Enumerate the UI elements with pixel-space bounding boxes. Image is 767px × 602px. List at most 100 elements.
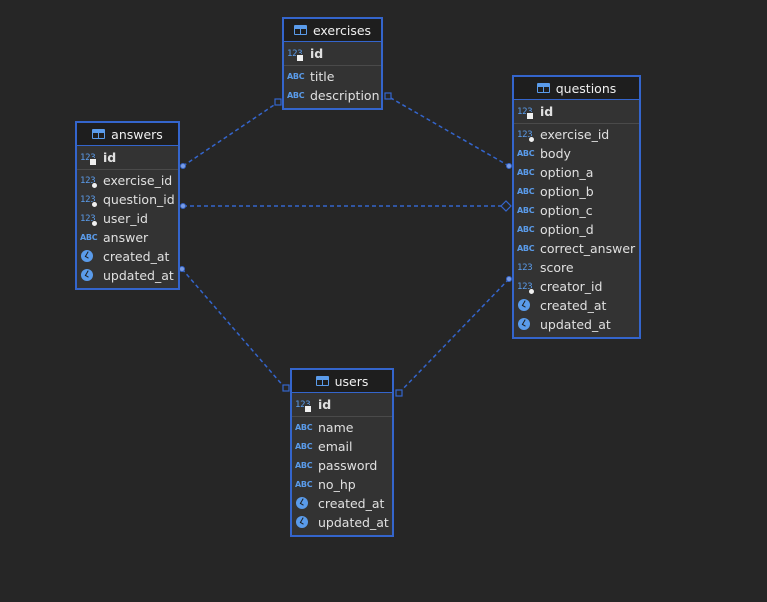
- column-list: ABC title ABC description: [284, 66, 381, 105]
- entity-header[interactable]: exercises: [284, 19, 381, 42]
- text-type-icon: ABC: [517, 244, 535, 253]
- text-type-icon: ABC: [287, 72, 305, 81]
- number-type-icon: 123: [80, 176, 100, 189]
- text-type-icon: ABC: [517, 225, 535, 234]
- column-list: 123 exercise_id ABC body ABC option_a ABC optio…: [514, 124, 639, 334]
- foreign-key-icon: [91, 200, 98, 208]
- table-icon: [92, 129, 106, 139]
- column-row[interactable]: updated_at: [77, 266, 178, 285]
- column-name: updated_at: [103, 268, 174, 283]
- column-row[interactable]: ABC no_hp: [292, 475, 392, 494]
- foreign-key-icon: [528, 135, 535, 143]
- column-name: created_at: [540, 298, 607, 313]
- column-row[interactable]: 123 question_id: [77, 190, 178, 209]
- entity-header[interactable]: users: [292, 370, 392, 393]
- column-name: option_a: [540, 165, 594, 180]
- link-end-square: [282, 384, 290, 392]
- column-name: option_b: [540, 184, 594, 199]
- link-answers-exercises: [182, 102, 278, 167]
- column-name: description: [310, 88, 380, 103]
- primary-key-icon: [296, 53, 304, 62]
- text-type-icon: ABC: [295, 461, 313, 470]
- link-questions-exercises: [388, 96, 510, 167]
- column-row[interactable]: ABC option_a: [514, 163, 639, 182]
- column-row[interactable]: ABC correct_answer: [514, 239, 639, 258]
- number-type-icon: 123: [517, 262, 533, 273]
- column-list: ABC name ABC email ABC password ABC no_hp create…: [292, 417, 392, 532]
- primary-key-column[interactable]: 123 id: [292, 393, 392, 417]
- column-row[interactable]: created_at: [77, 247, 178, 266]
- clock-icon: [518, 317, 530, 330]
- number-type-icon: 123: [80, 195, 100, 208]
- column-row[interactable]: 123 user_id: [77, 209, 178, 228]
- text-type-icon: ABC: [80, 233, 98, 242]
- primary-key-column[interactable]: 123 id: [284, 42, 381, 66]
- column-row[interactable]: ABC name: [292, 418, 392, 437]
- link-end-dot: [180, 163, 186, 169]
- entity-title: questions: [555, 80, 617, 96]
- column-row[interactable]: created_at: [292, 494, 392, 513]
- link-answers-users: [181, 268, 286, 389]
- column-row[interactable]: created_at: [514, 296, 639, 315]
- column-name: correct_answer: [540, 241, 636, 256]
- column-name: password: [318, 458, 378, 473]
- foreign-key-icon: [528, 287, 535, 295]
- column-name: exercise_id: [540, 127, 610, 142]
- number-type-icon: 123: [295, 400, 315, 413]
- column-name: user_id: [103, 211, 148, 226]
- column-row[interactable]: updated_at: [514, 315, 639, 334]
- column-row[interactable]: 123 exercise_id: [514, 125, 639, 144]
- column-row[interactable]: 123 creator_id: [514, 277, 639, 296]
- number-type-icon: 123: [517, 282, 537, 295]
- column-name: email: [318, 439, 353, 454]
- column-name: created_at: [103, 249, 170, 264]
- text-type-icon: ABC: [517, 206, 535, 215]
- column-row[interactable]: updated_at: [292, 513, 392, 532]
- column-name: updated_at: [318, 515, 389, 530]
- column-row[interactable]: 123 score: [514, 258, 639, 277]
- entity-exercises[interactable]: exercises 123 id ABC title ABC description: [282, 17, 383, 110]
- column-name: option_c: [540, 203, 593, 218]
- column-name: exercise_id: [103, 173, 173, 188]
- entity-header[interactable]: questions: [514, 77, 639, 100]
- er-diagram-canvas[interactable]: exercises 123 id ABC title ABC description ans…: [0, 0, 767, 602]
- column-row[interactable]: ABC option_b: [514, 182, 639, 201]
- link-end-dot: [179, 266, 185, 272]
- number-type-icon: 123: [517, 107, 537, 120]
- datetime-type-icon: [80, 268, 100, 283]
- entity-header[interactable]: answers: [77, 123, 178, 146]
- entity-answers[interactable]: answers 123 id 123 exercise_id 123 question_id…: [75, 121, 180, 290]
- number-type-icon: 123: [517, 130, 537, 143]
- column-row[interactable]: ABC email: [292, 437, 392, 456]
- column-name: question_id: [103, 192, 175, 207]
- primary-key-column[interactable]: 123 id: [77, 146, 178, 170]
- column-row[interactable]: 123 exercise_id: [77, 171, 178, 190]
- column-name: name: [318, 420, 354, 435]
- link-end-diamond: [500, 200, 512, 212]
- column-list: 123 exercise_id 123 question_id 123 user_id AB…: [77, 170, 178, 285]
- entity-questions[interactable]: questions 123 id 123 exercise_id ABC body ABC op…: [512, 75, 641, 339]
- column-row[interactable]: ABC answer: [77, 228, 178, 247]
- entity-users[interactable]: users 123 id ABC name ABC email ABC password ABC n…: [290, 368, 394, 537]
- text-type-icon: ABC: [517, 149, 535, 158]
- link-end-dot: [506, 163, 512, 169]
- clock-icon: [296, 496, 308, 509]
- column-row[interactable]: ABC password: [292, 456, 392, 475]
- text-type-icon: ABC: [517, 187, 535, 196]
- clock-icon: [81, 249, 93, 262]
- text-type-icon: ABC: [295, 442, 313, 451]
- column-row[interactable]: ABC option_d: [514, 220, 639, 239]
- text-type-icon: ABC: [295, 480, 313, 489]
- column-row[interactable]: ABC body: [514, 144, 639, 163]
- foreign-key-icon: [91, 219, 98, 227]
- link-end-dot: [180, 203, 186, 209]
- column-row[interactable]: ABC title: [284, 67, 381, 86]
- number-type-icon: 123: [80, 214, 100, 227]
- column-name: id: [540, 104, 554, 119]
- datetime-type-icon: [80, 249, 100, 264]
- column-row[interactable]: ABC option_c: [514, 201, 639, 220]
- column-row[interactable]: ABC description: [284, 86, 381, 105]
- table-icon: [315, 376, 329, 386]
- primary-key-column[interactable]: 123 id: [514, 100, 639, 124]
- entity-title: users: [334, 373, 369, 389]
